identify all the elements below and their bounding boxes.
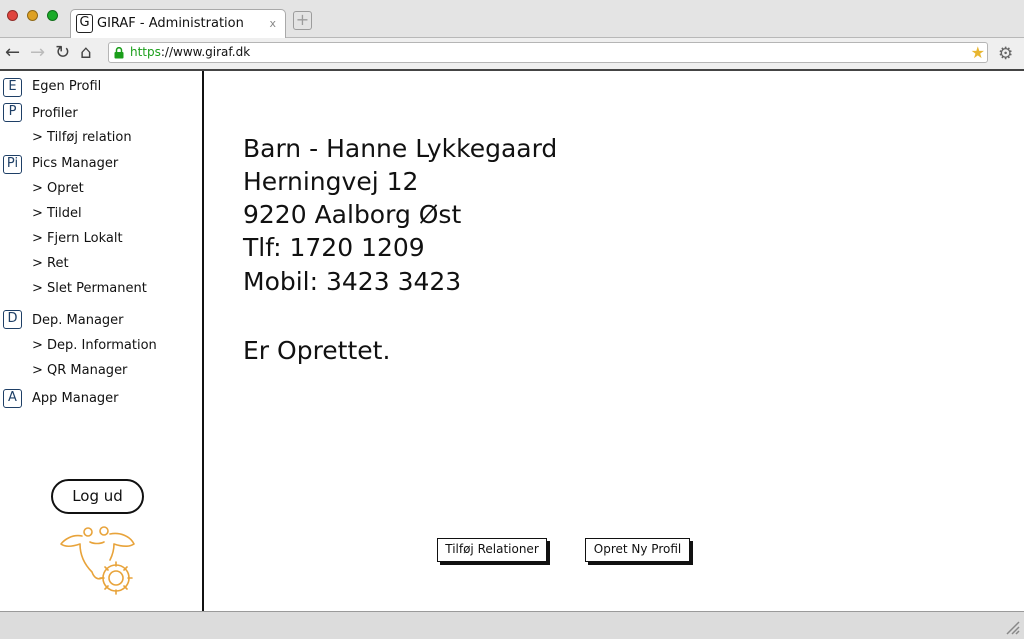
sidebar-subitem-slet-permanent[interactable]: > Slet Permanent bbox=[32, 281, 147, 296]
favicon-icon: G bbox=[76, 14, 93, 33]
maximize-window-button[interactable] bbox=[47, 10, 58, 21]
minimize-window-button[interactable] bbox=[27, 10, 38, 21]
profiler-badge-icon: P bbox=[3, 103, 22, 122]
sidebar-item-label: Egen Profil bbox=[32, 79, 102, 94]
profile-phone: Tlf: 1720 1209 bbox=[243, 233, 425, 262]
sidebar-subitem-tilfoej-relation[interactable]: > Tilføj relation bbox=[32, 130, 132, 145]
close-window-button[interactable] bbox=[7, 10, 18, 21]
url-text: https://www.giraf.dk bbox=[130, 45, 250, 59]
egen-profil-badge-icon: E bbox=[3, 78, 22, 97]
logout-button[interactable]: Log ud bbox=[51, 479, 144, 514]
back-arrow-icon[interactable]: ← bbox=[5, 43, 20, 63]
browser-statusbar bbox=[0, 611, 1024, 639]
sidebar-item-label: Profiler bbox=[32, 106, 78, 121]
sidebar-subitem-ret[interactable]: > Ret bbox=[32, 256, 69, 271]
profile-street: Herningvej 12 bbox=[243, 167, 419, 196]
pics-manager-badge-icon: Pi bbox=[3, 155, 22, 174]
browser-tab[interactable]: G GIRAF - Administration x bbox=[70, 9, 286, 39]
add-relations-button[interactable]: Tilføj Relationer bbox=[437, 538, 547, 562]
tab-close-icon[interactable]: x bbox=[269, 17, 276, 30]
url-scheme: https bbox=[130, 45, 161, 59]
browser-titlebar: G GIRAF - Administration x + bbox=[0, 0, 1024, 39]
resize-grip-icon[interactable] bbox=[1004, 619, 1020, 635]
lock-icon bbox=[114, 47, 124, 59]
tab-title: GIRAF - Administration bbox=[97, 16, 244, 31]
profile-mobile: Mobil: 3423 3423 bbox=[243, 267, 462, 296]
profile-city: 9220 Aalborg Øst bbox=[243, 200, 462, 229]
status-message: Er Oprettet. bbox=[243, 336, 391, 365]
app-manager-badge-icon: A bbox=[3, 389, 22, 408]
sidebar-subitem-fjern-lokalt[interactable]: > Fjern Lokalt bbox=[32, 231, 123, 246]
reload-icon[interactable]: ↻ bbox=[55, 43, 70, 63]
sidebar-divider bbox=[202, 71, 204, 611]
bookmark-star-icon[interactable]: ★ bbox=[971, 44, 985, 62]
browser-navbar: ← → ↻ ⌂ https://www.giraf.dk ★ ⚙ bbox=[0, 38, 1024, 71]
forward-arrow-icon[interactable]: → bbox=[30, 43, 45, 63]
sidebar-subitem-dep-information[interactable]: > Dep. Information bbox=[32, 338, 157, 353]
sidebar-item-label: Pics Manager bbox=[32, 156, 119, 171]
home-icon[interactable]: ⌂ bbox=[80, 43, 91, 63]
dep-manager-badge-icon: D bbox=[3, 310, 22, 329]
create-profile-button[interactable]: Opret Ny Profil bbox=[585, 538, 690, 562]
sidebar-subitem-tildel[interactable]: > Tildel bbox=[32, 206, 82, 221]
sidebar-item-label: App Manager bbox=[32, 391, 119, 406]
profile-name: Barn - Hanne Lykkegaard bbox=[243, 134, 558, 163]
sidebar-subitem-qr-manager[interactable]: > QR Manager bbox=[32, 363, 127, 378]
sidebar-subitem-opret[interactable]: > Opret bbox=[32, 181, 84, 196]
url-host: ://www.giraf.dk bbox=[160, 45, 251, 59]
giraf-logo-icon bbox=[60, 526, 135, 595]
gear-icon[interactable]: ⚙ bbox=[998, 45, 1013, 63]
sidebar-item-label: Dep. Manager bbox=[32, 313, 124, 328]
new-tab-button[interactable]: + bbox=[293, 11, 312, 30]
address-bar[interactable]: https://www.giraf.dk ★ bbox=[108, 42, 988, 63]
